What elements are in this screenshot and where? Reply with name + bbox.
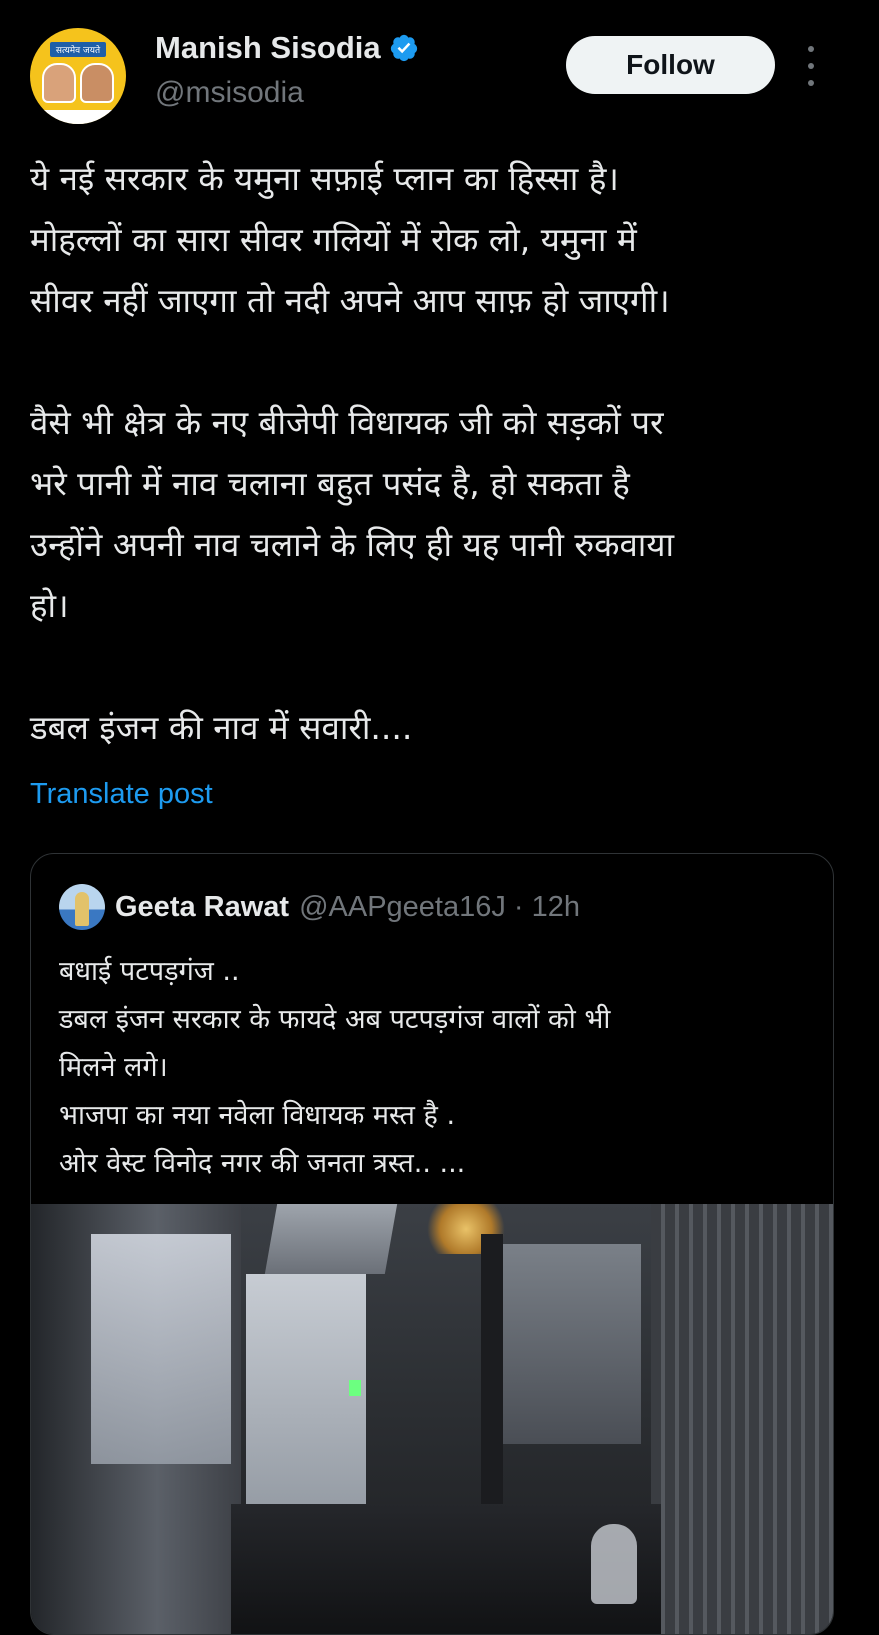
post-line: भरे पानी में नाव चलाना बहुत पसंद है, हो … (30, 464, 630, 503)
author-avatar[interactable]: सत्यमेव जयते (30, 28, 126, 124)
post-body: ये नई सरकार के यमुना सफ़ाई प्लान का हिस्… (30, 148, 850, 758)
author-name[interactable]: Manish Sisodia (155, 30, 381, 66)
quoted-author-name: Geeta Rawat (115, 890, 290, 923)
follow-button[interactable]: Follow (566, 36, 775, 94)
author-name-row: Manish Sisodia (155, 30, 419, 66)
more-options-icon[interactable] (803, 46, 819, 86)
avatar-face-left (42, 63, 76, 103)
post-line: ये नई सरकार के यमुना सफ़ाई प्लान का हिस्… (30, 159, 619, 198)
avatar-face-right (80, 63, 114, 103)
quoted-line: भाजपा का नया नवेला विधायक मस्त है . (59, 1100, 456, 1131)
quoted-line: ओर वेस्ट विनोद नगर की जनता त्रस्त.. ... (59, 1148, 466, 1179)
post-header: सत्यमेव जयते Manish Sisodia @msisodia Fo… (0, 0, 879, 124)
verified-badge-icon[interactable] (389, 33, 419, 63)
quoted-post-body: बधाई पटपड़गंज .. डबल इंजन सरकार के फायदे… (59, 948, 819, 1188)
avatar-band (30, 110, 126, 124)
post-line: डबल इंजन की नाव में सवारी.... (30, 708, 413, 747)
avatar-banner: सत्यमेव जयते (49, 42, 107, 57)
post-line: उन्होंने अपनी नाव चलाने के लिए ही यह पान… (30, 525, 675, 564)
author-handle[interactable]: @msisodia (155, 76, 304, 110)
quoted-author-handle-time: @AAPgeeta16J · 12h (299, 890, 581, 923)
quoted-post[interactable]: Geeta Rawat @AAPgeeta16J · 12h बधाई पटपड… (30, 853, 834, 1635)
post-line: हो। (30, 586, 69, 625)
avatar-faces (42, 63, 114, 103)
quoted-post-header: Geeta Rawat @AAPgeeta16J · 12h (59, 884, 580, 930)
quoted-line: मिलने लगे। (59, 1052, 168, 1083)
post-line: सीवर नहीं जाएगा तो नदी अपने आप साफ़ हो ज… (30, 281, 670, 320)
quoted-line: डबल इंजन सरकार के फायदे अब पटपड़गंज वालो… (59, 1004, 611, 1035)
quoted-video-thumbnail[interactable] (31, 1204, 833, 1634)
post-line: मोहल्लों का सारा सीवर गलियों में रोक लो,… (30, 220, 637, 259)
quoted-line: बधाई पटपड़गंज .. (59, 956, 240, 987)
quoted-author-avatar[interactable] (59, 884, 105, 930)
translate-post-link[interactable]: Translate post (30, 778, 213, 811)
post-line: वैसे भी क्षेत्र के नए बीजेपी विधायक जी क… (30, 403, 664, 442)
